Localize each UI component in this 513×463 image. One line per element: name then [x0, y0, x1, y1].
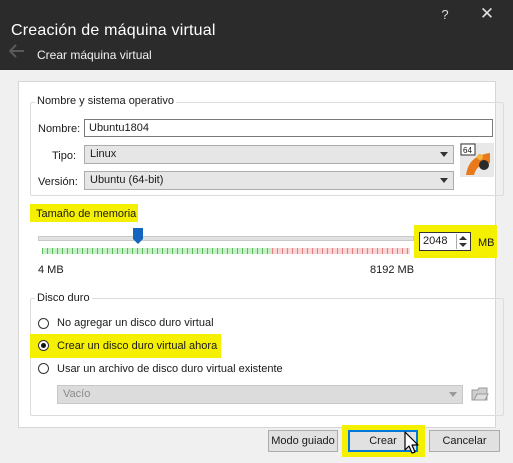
wizard-subtitle: Crear máquina virtual — [37, 48, 152, 62]
existing-disk-value: Vacío — [63, 388, 91, 400]
no-disk-radio[interactable] — [38, 318, 49, 329]
type-label: Tipo: — [52, 150, 77, 162]
memory-max-label: 8192 MB — [370, 264, 415, 276]
version-label: Versión: — [38, 176, 78, 188]
folder-browse-icon[interactable] — [471, 385, 489, 403]
memory-spinbox[interactable]: 2048 — [419, 232, 471, 251]
cancel-button[interactable]: Cancelar — [429, 430, 500, 452]
no-disk-label[interactable]: No agregar un disco duro virtual — [57, 317, 214, 329]
window-title: Creación de máquina virtual — [11, 22, 216, 39]
os-badge: 64 — [463, 146, 472, 155]
guided-mode-button[interactable]: Modo guiado — [268, 430, 338, 452]
name-label: Nombre: — [38, 123, 81, 135]
disk-legend: Disco duro — [35, 292, 92, 304]
memory-slider-handle[interactable] — [133, 228, 143, 244]
memory-safe-range — [42, 248, 272, 254]
name-input[interactable]: Ubuntu1804 — [84, 119, 493, 137]
memory-value: 2048 — [423, 235, 448, 247]
mouse-cursor-icon — [404, 431, 419, 454]
memory-stepper[interactable] — [456, 234, 469, 249]
existing-disk-select[interactable]: Vacío — [57, 385, 463, 404]
type-select[interactable]: Linux — [84, 145, 454, 164]
existing-disk-radio[interactable] — [38, 363, 49, 374]
memory-unit: MB — [478, 237, 495, 249]
memory-label: Tamaño de memoria — [36, 208, 137, 220]
memory-slider-track[interactable] — [38, 236, 414, 241]
existing-disk-label[interactable]: Usar un archivo de disco duro virtual ex… — [57, 363, 283, 375]
name-os-legend: Nombre y sistema operativo — [35, 95, 176, 107]
help-button[interactable]: ? — [435, 7, 455, 22]
stepper-down-icon[interactable] — [459, 243, 467, 247]
memory-min-label: 4 MB — [38, 264, 64, 276]
chevron-down-icon — [449, 392, 457, 397]
close-button[interactable]: ✕ — [475, 4, 499, 24]
create-disk-radio[interactable] — [38, 340, 49, 351]
chevron-down-icon — [440, 152, 448, 157]
ubuntu-os-icon: 64 — [460, 143, 494, 177]
version-select[interactable]: Ubuntu (64-bit) — [84, 171, 454, 190]
stepper-up-icon[interactable] — [459, 236, 467, 240]
type-select-value: Linux — [90, 148, 117, 160]
chevron-down-icon — [440, 178, 448, 183]
title-bar: Creación de máquina virtual ? ✕ Crear má… — [0, 0, 513, 70]
version-select-value: Ubuntu (64-bit) — [90, 174, 164, 186]
memory-unsafe-range — [272, 248, 410, 254]
create-disk-label[interactable]: Crear un disco duro virtual ahora — [57, 340, 217, 352]
back-arrow-icon[interactable] — [9, 44, 25, 58]
